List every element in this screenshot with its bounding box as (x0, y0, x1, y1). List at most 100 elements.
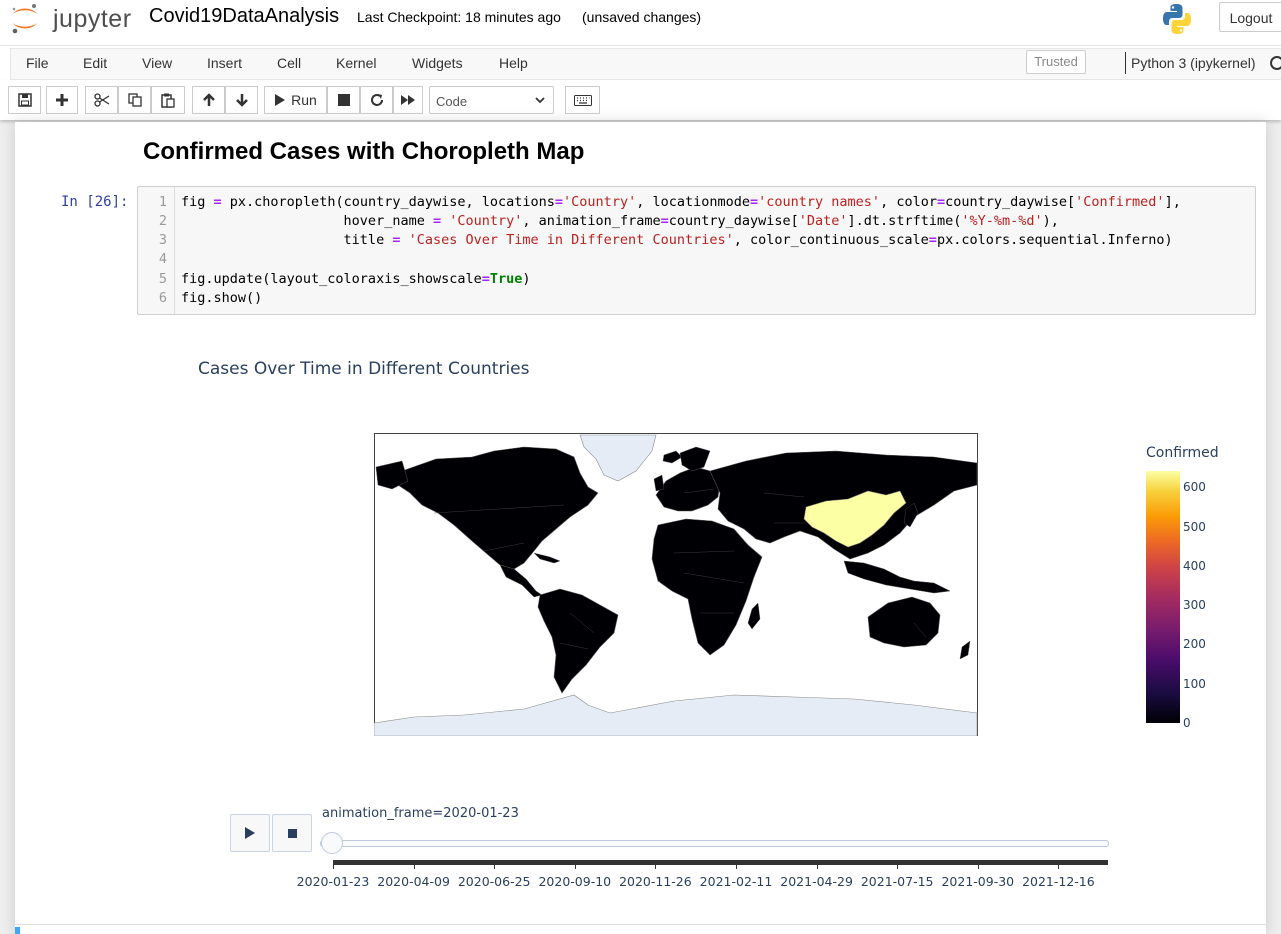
interrupt-button[interactable] (327, 86, 360, 114)
restart-button[interactable] (360, 86, 393, 114)
line-number: 4 (158, 251, 167, 267)
slider-tick (1058, 860, 1060, 869)
slider-tick-label[interactable]: 2020-04-09 (377, 874, 450, 889)
colorbar-tick: 0 (1183, 716, 1191, 730)
colorbar-title: Confirmed (1146, 445, 1219, 461)
stop-icon (337, 94, 350, 106)
menu-widgets[interactable]: Widgets (412, 55, 463, 71)
run-button[interactable]: Run (264, 86, 327, 114)
kernel-separator (1125, 52, 1126, 74)
slider-tick (333, 860, 334, 869)
menu-edit[interactable]: Edit (83, 55, 107, 71)
menu-file[interactable]: File (26, 55, 49, 71)
logout-button[interactable]: Logout (1219, 2, 1281, 32)
move-up-button[interactable] (192, 86, 225, 114)
cut-button[interactable] (85, 86, 118, 114)
line-number: 3 (158, 232, 167, 248)
trusted-indicator[interactable]: Trusted (1026, 50, 1086, 74)
menu-kernel[interactable]: Kernel (336, 55, 376, 71)
jupyter-logo-icon (12, 4, 37, 34)
checkpoint-status: Last Checkpoint: 18 minutes ago (357, 9, 561, 25)
next-cell[interactable] (15, 924, 1266, 934)
markdown-heading[interactable]: Confirmed Cases with Choropleth Map (143, 138, 584, 166)
paste-button[interactable] (151, 86, 185, 114)
menu-help[interactable]: Help (499, 55, 528, 71)
selected-cell-indicator (15, 927, 20, 934)
slider-tick (816, 860, 818, 869)
kernel-name[interactable]: Python 3 (ipykernel) (1131, 55, 1256, 71)
input-prompt: In [26]: (61, 194, 129, 210)
slider-axis (333, 860, 1108, 865)
arrow-down-icon (235, 94, 248, 107)
cell-type-select[interactable]: Code (429, 86, 554, 114)
slider-tick (655, 860, 657, 869)
animation-play-button[interactable] (230, 814, 270, 852)
notebook-container: Confirmed Cases with Choropleth Map In [… (15, 122, 1266, 934)
slider-tick-label[interactable]: 2020-09-10 (538, 874, 611, 889)
colorbar-tick: 400 (1183, 559, 1206, 573)
notebook-name[interactable]: Covid19DataAnalysis (149, 5, 339, 28)
move-down-button[interactable] (225, 86, 258, 114)
save-button[interactable] (8, 86, 41, 114)
line-number: 5 (158, 271, 167, 287)
animation-slider-rail[interactable] (320, 840, 1109, 847)
code-editor[interactable]: 1 2 3 4 5 6 fig = px.choropleth(country_… (137, 186, 1256, 315)
python-logo-icon (1160, 2, 1194, 36)
code-line: fig.show() (181, 290, 263, 306)
slider-tick-label[interactable]: 2020-06-25 (458, 874, 531, 889)
slider-tick (574, 860, 576, 869)
insert-cell-button[interactable] (46, 86, 78, 114)
copy-icon (127, 93, 142, 107)
code-line: fig.update(layout_coloraxis_showscale=Tr… (181, 271, 531, 287)
kernel-status-icon (1270, 56, 1281, 70)
slider-tick-label[interactable]: 2020-11-26 (619, 874, 692, 889)
line-number-gutter: 1 2 3 4 5 6 (138, 187, 175, 314)
cut-icon (93, 93, 109, 107)
arrow-up-icon (202, 93, 215, 106)
line-number: 2 (158, 213, 167, 229)
slider-tick-label[interactable]: 2021-09-30 (941, 874, 1014, 889)
copy-button[interactable] (118, 86, 151, 114)
animation-slider-handle[interactable] (321, 832, 343, 854)
chevron-down-icon (535, 97, 545, 104)
colorbar (1146, 471, 1180, 723)
cell-type-value: Code (436, 94, 468, 109)
plus-icon (56, 94, 68, 106)
restart-icon (370, 94, 383, 106)
jupyter-wordmark: jupyter (53, 5, 132, 33)
animation-stop-button[interactable] (272, 814, 312, 852)
plot-title: Cases Over Time in Different Countries (198, 359, 530, 379)
header: jupyter Covid19DataAnalysis Last Checkpo… (0, 0, 1281, 45)
slider-tick (977, 860, 979, 869)
play-icon (275, 94, 286, 106)
animation-frame-label: animation_frame=2020-01-23 (322, 806, 519, 821)
slider-tick-label[interactable]: 2021-02-11 (700, 874, 773, 889)
slider-tick (736, 860, 737, 869)
line-number: 1 (158, 194, 167, 210)
stop-icon (287, 828, 297, 838)
colorbar-tick: 600 (1183, 480, 1206, 494)
slider-tick (897, 860, 899, 869)
colorbar-tick: 200 (1183, 637, 1206, 651)
menubar-background (10, 48, 1281, 80)
slider-tick-label[interactable]: 2021-12-16 (1022, 874, 1095, 889)
menu-view[interactable]: View (142, 55, 172, 71)
slider-tick (494, 860, 496, 869)
toolbar: Run Code (0, 80, 1281, 120)
menu-cell[interactable]: Cell (277, 55, 301, 71)
slider-tick-label[interactable]: 2021-04-29 (780, 874, 853, 889)
colorbar-tick: 500 (1183, 520, 1206, 534)
menu-insert[interactable]: Insert (207, 55, 242, 71)
line-number: 6 (158, 290, 167, 306)
choropleth-map[interactable] (374, 433, 978, 736)
keyboard-icon (573, 94, 592, 106)
slider-tick-label[interactable]: 2021-07-15 (861, 874, 934, 889)
command-palette-button[interactable] (565, 86, 600, 114)
jupyter-logo[interactable]: jupyter (10, 2, 132, 34)
menubar: File Edit View Insert Cell Kernel Widget… (0, 45, 1281, 81)
save-icon (17, 93, 32, 107)
restart-run-all-button[interactable] (393, 86, 423, 114)
slider-tick (413, 860, 415, 869)
paste-icon (161, 93, 175, 108)
slider-tick-label[interactable]: 2020-01-23 (297, 874, 370, 889)
